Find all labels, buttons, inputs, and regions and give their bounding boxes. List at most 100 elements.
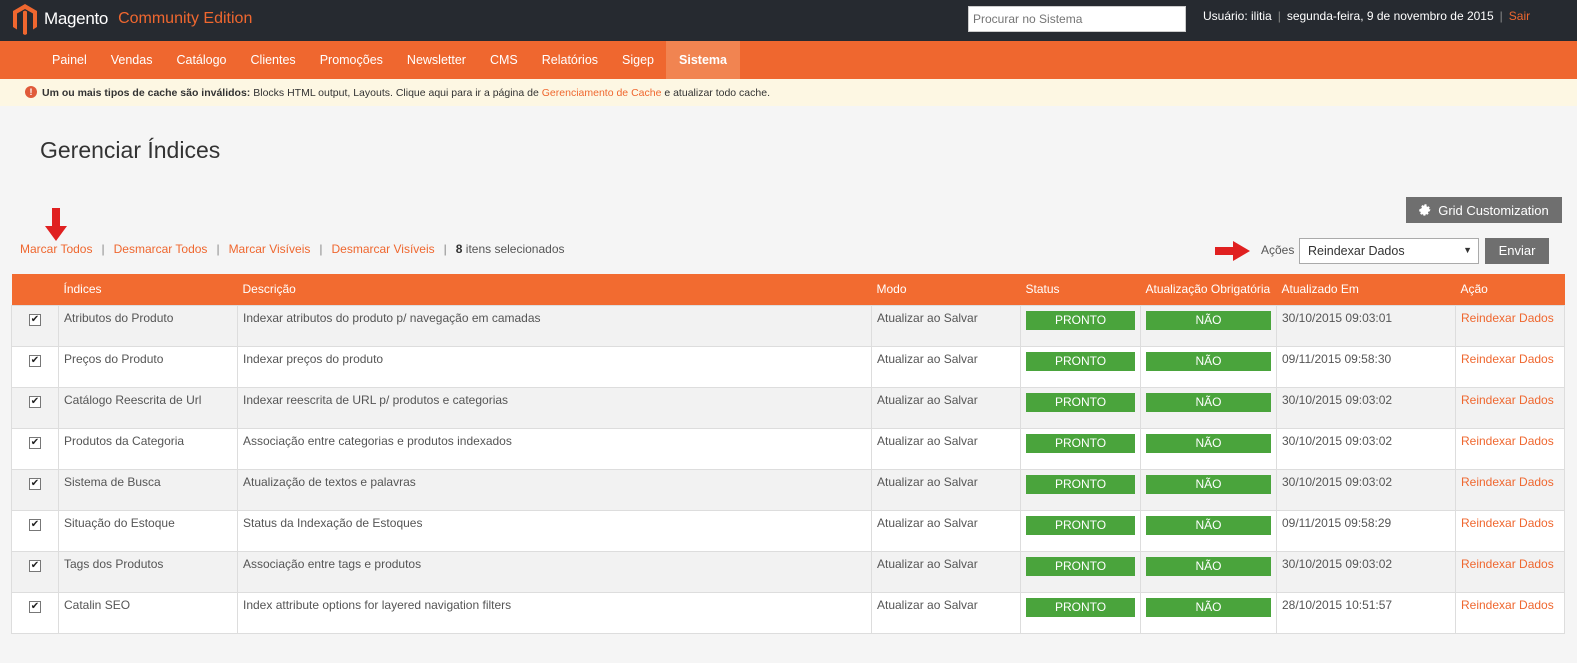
col-indices[interactable]: Índices <box>58 274 238 305</box>
row-mode: Atualizar ao Salvar <box>871 386 1021 429</box>
table-row[interactable]: ✔ Tags dos Produtos Associação entre tag… <box>11 550 1565 593</box>
notice-tail: e atualizar todo cache. <box>661 87 770 99</box>
col-checkbox <box>11 274 59 305</box>
col-atualizado-em[interactable]: Atualizado Em <box>1276 274 1456 305</box>
select-visible-link[interactable]: Marcar Visíveis <box>229 242 311 256</box>
row-mode: Atualizar ao Salvar <box>871 509 1021 552</box>
row-action-cell: Reindexar Dados <box>1455 550 1565 593</box>
col-modo[interactable]: Modo <box>871 274 1021 305</box>
massaction-links: Marcar Todos | Desmarcar Todos | Marcar Visí… <box>20 242 565 256</box>
user-info: Usuário: ilitia | segunda-feira, 9 de nove… <box>1203 9 1531 23</box>
row-index: Tags dos Produtos <box>58 550 238 593</box>
logout-link[interactable]: Sair <box>1509 9 1530 23</box>
col-descricao[interactable]: Descrição <box>237 274 872 305</box>
row-required-cell: NÃO <box>1140 427 1277 470</box>
nav-cms[interactable]: CMS <box>478 41 530 79</box>
row-mode: Atualizar ao Salvar <box>871 591 1021 634</box>
nav-catalogo[interactable]: Catálogo <box>164 41 238 79</box>
required-badge: NÃO <box>1146 433 1271 453</box>
dropdown-arrow-icon: ▼ <box>1463 245 1472 255</box>
table-row[interactable]: ✔ Atributos do Produto Indexar atributos… <box>11 304 1565 347</box>
nav-relatorios[interactable]: Relatórios <box>530 41 610 79</box>
nav-promocoes[interactable]: Promoções <box>308 41 395 79</box>
top-header: Magento Community Edition Usuário: iliti… <box>0 0 1577 41</box>
reindex-link[interactable]: Reindexar Dados <box>1461 516 1559 531</box>
table-row[interactable]: ✔ Situação do Estoque Status da Indexaçã… <box>11 509 1565 552</box>
page-title: Gerenciar Índices <box>40 137 221 163</box>
col-atualizacao-obrigatoria[interactable]: Atualização Obrigatória <box>1140 274 1277 305</box>
row-checkbox[interactable]: ✔ <box>29 600 41 613</box>
row-description: Index attribute options for layered navi… <box>237 591 872 634</box>
row-updated-at: 30/10/2015 09:03:02 <box>1276 427 1456 470</box>
row-description: Indexar preços do produto <box>237 345 872 388</box>
global-search-input[interactable] <box>968 6 1186 32</box>
row-status-cell: PRONTO <box>1020 427 1141 470</box>
reindex-link[interactable]: Reindexar Dados <box>1461 311 1559 326</box>
magento-logo-icon <box>13 4 37 35</box>
row-checkbox[interactable]: ✔ <box>29 559 41 572</box>
reindex-link[interactable]: Reindexar Dados <box>1461 352 1559 367</box>
row-checkbox[interactable]: ✔ <box>29 395 41 408</box>
unselect-visible-link[interactable]: Desmarcar Visíveis <box>331 242 434 256</box>
reindex-link[interactable]: Reindexar Dados <box>1461 393 1559 408</box>
row-index: Produtos da Categoria <box>58 427 238 470</box>
row-updated-at: 30/10/2015 09:03:01 <box>1276 304 1456 347</box>
col-status[interactable]: Status <box>1020 274 1141 305</box>
nav-painel[interactable]: Painel <box>40 41 99 79</box>
notice-bold: Um ou mais tipos de cache são inválidos: <box>42 87 251 99</box>
nav-vendas[interactable]: Vendas <box>99 41 165 79</box>
index-grid: Índices Descrição Modo Status Atualizaçã… <box>11 274 1565 634</box>
row-mode: Atualizar ao Salvar <box>871 468 1021 511</box>
nav-sistema[interactable]: Sistema <box>666 41 740 79</box>
nav-newsletter[interactable]: Newsletter <box>395 41 478 79</box>
row-checkbox[interactable]: ✔ <box>29 354 41 367</box>
row-description: Associação entre tags e produtos <box>237 550 872 593</box>
row-description: Indexar reescrita de URL p/ produtos e c… <box>237 386 872 429</box>
nav-clientes[interactable]: Clientes <box>239 41 308 79</box>
table-row[interactable]: ✔ Sistema de Busca Atualização de textos… <box>11 468 1565 511</box>
row-checkbox[interactable]: ✔ <box>29 477 41 490</box>
cache-management-link[interactable]: Gerenciamento de Cache <box>542 87 662 99</box>
row-required-cell: NÃO <box>1140 550 1277 593</box>
required-badge: NÃO <box>1146 392 1271 412</box>
row-updated-at: 09/11/2015 09:58:29 <box>1276 509 1456 552</box>
row-checkbox-cell: ✔ <box>11 304 59 347</box>
magento-logo[interactable]: Magento Community Edition <box>12 3 252 35</box>
row-checkbox[interactable]: ✔ <box>29 313 41 326</box>
status-badge: PRONTO <box>1026 474 1135 494</box>
row-mode: Atualizar ao Salvar <box>871 345 1021 388</box>
reindex-link[interactable]: Reindexar Dados <box>1461 434 1559 449</box>
reindex-link[interactable]: Reindexar Dados <box>1461 557 1559 572</box>
edition-label: Community Edition <box>118 10 253 27</box>
row-index: Catálogo Reescrita de Url <box>58 386 238 429</box>
nav-sigep[interactable]: Sigep <box>610 41 666 79</box>
table-row[interactable]: ✔ Preços do Produto Indexar preços do pr… <box>11 345 1565 388</box>
row-action-cell: Reindexar Dados <box>1455 386 1565 429</box>
required-badge: NÃO <box>1146 515 1271 535</box>
actions-select[interactable]: Reindexar Dados ▼ <box>1299 238 1479 264</box>
reindex-link[interactable]: Reindexar Dados <box>1461 598 1559 613</box>
annotation-arrow-down-icon <box>45 208 67 241</box>
row-action-cell: Reindexar Dados <box>1455 591 1565 634</box>
actions-label: Ações <box>1261 243 1295 257</box>
row-required-cell: NÃO <box>1140 591 1277 634</box>
grid-customization-label: Grid Customization <box>1438 202 1549 218</box>
row-required-cell: NÃO <box>1140 468 1277 511</box>
row-checkbox[interactable]: ✔ <box>29 436 41 449</box>
status-badge: PRONTO <box>1026 310 1135 330</box>
unselect-all-link[interactable]: Desmarcar Todos <box>114 242 208 256</box>
row-mode: Atualizar ao Salvar <box>871 427 1021 470</box>
row-index: Catalin SEO <box>58 591 238 634</box>
status-badge: PRONTO <box>1026 392 1135 412</box>
row-checkbox[interactable]: ✔ <box>29 518 41 531</box>
submit-button[interactable]: Enviar <box>1485 238 1549 264</box>
reindex-link[interactable]: Reindexar Dados <box>1461 475 1559 490</box>
table-row[interactable]: ✔ Catalin SEO Index attribute options fo… <box>11 591 1565 634</box>
gear-icon <box>1419 203 1431 216</box>
col-acao: Ação <box>1455 274 1565 305</box>
grid-customization-button[interactable]: Grid Customization <box>1406 197 1562 223</box>
select-all-link[interactable]: Marcar Todos <box>20 242 92 256</box>
table-row[interactable]: ✔ Catálogo Reescrita de Url Indexar rees… <box>11 386 1565 429</box>
status-badge: PRONTO <box>1026 556 1135 576</box>
table-row[interactable]: ✔ Produtos da Categoria Associação entre… <box>11 427 1565 470</box>
